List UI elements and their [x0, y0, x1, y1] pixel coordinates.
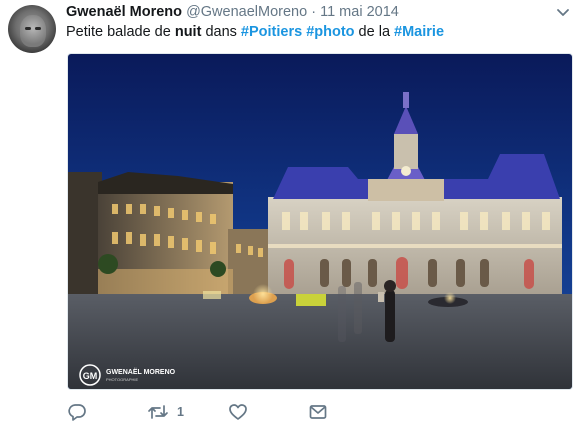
separator-dot: ·	[311, 4, 317, 20]
message-button[interactable]	[308, 402, 328, 422]
hashtag-poitiers[interactable]: #Poitiers	[241, 24, 302, 40]
tweet-photo[interactable]: GM GWENAËL MORENO PHOTOGRAPHIE	[67, 53, 573, 390]
tweet-text: Petite balade de nuit dans #Poitiers #ph…	[66, 24, 444, 40]
retweet-button[interactable]: 1	[147, 402, 184, 422]
chevron-down-icon[interactable]	[555, 6, 571, 18]
display-name[interactable]: Gwenaël Moreno	[66, 4, 182, 20]
tweet-header: Gwenaël Moreno @GwenaelMoreno · 11 mai 2…	[66, 4, 399, 22]
like-button[interactable]	[228, 402, 248, 422]
avatar-eye	[25, 27, 31, 30]
user-handle[interactable]: @GwenaelMoreno	[186, 4, 307, 20]
watermark-initials: GM	[83, 371, 98, 381]
avatar-face	[20, 15, 46, 47]
tweet-card: Gwenaël Moreno @GwenaelMoreno · 11 mai 2…	[0, 0, 579, 427]
avatar[interactable]	[8, 5, 56, 53]
reply-button[interactable]	[67, 402, 87, 422]
watermark-name: GWENAËL MORENO	[106, 368, 176, 376]
retweet-icon[interactable]	[147, 403, 169, 421]
tweet-date[interactable]: 11 mai 2014	[320, 4, 399, 20]
watermark-sub: PHOTOGRAPHIE	[106, 377, 138, 382]
hashtag-mairie[interactable]: #Mairie	[394, 24, 444, 40]
reply-icon[interactable]	[67, 403, 87, 421]
tweet-text-segment: Petite balade de	[66, 24, 175, 40]
message-icon[interactable]	[308, 403, 328, 421]
retweet-count: 1	[177, 405, 184, 419]
tweet-actions: 1	[67, 402, 367, 422]
tweet-text-segment: de la	[354, 24, 395, 40]
like-icon[interactable]	[228, 403, 248, 421]
tweet-text-bold: nuit	[174, 24, 202, 40]
hashtag-photo[interactable]: #photo	[306, 24, 354, 40]
tweet-text-segment: dans	[201, 24, 241, 40]
avatar-eye	[35, 27, 41, 30]
